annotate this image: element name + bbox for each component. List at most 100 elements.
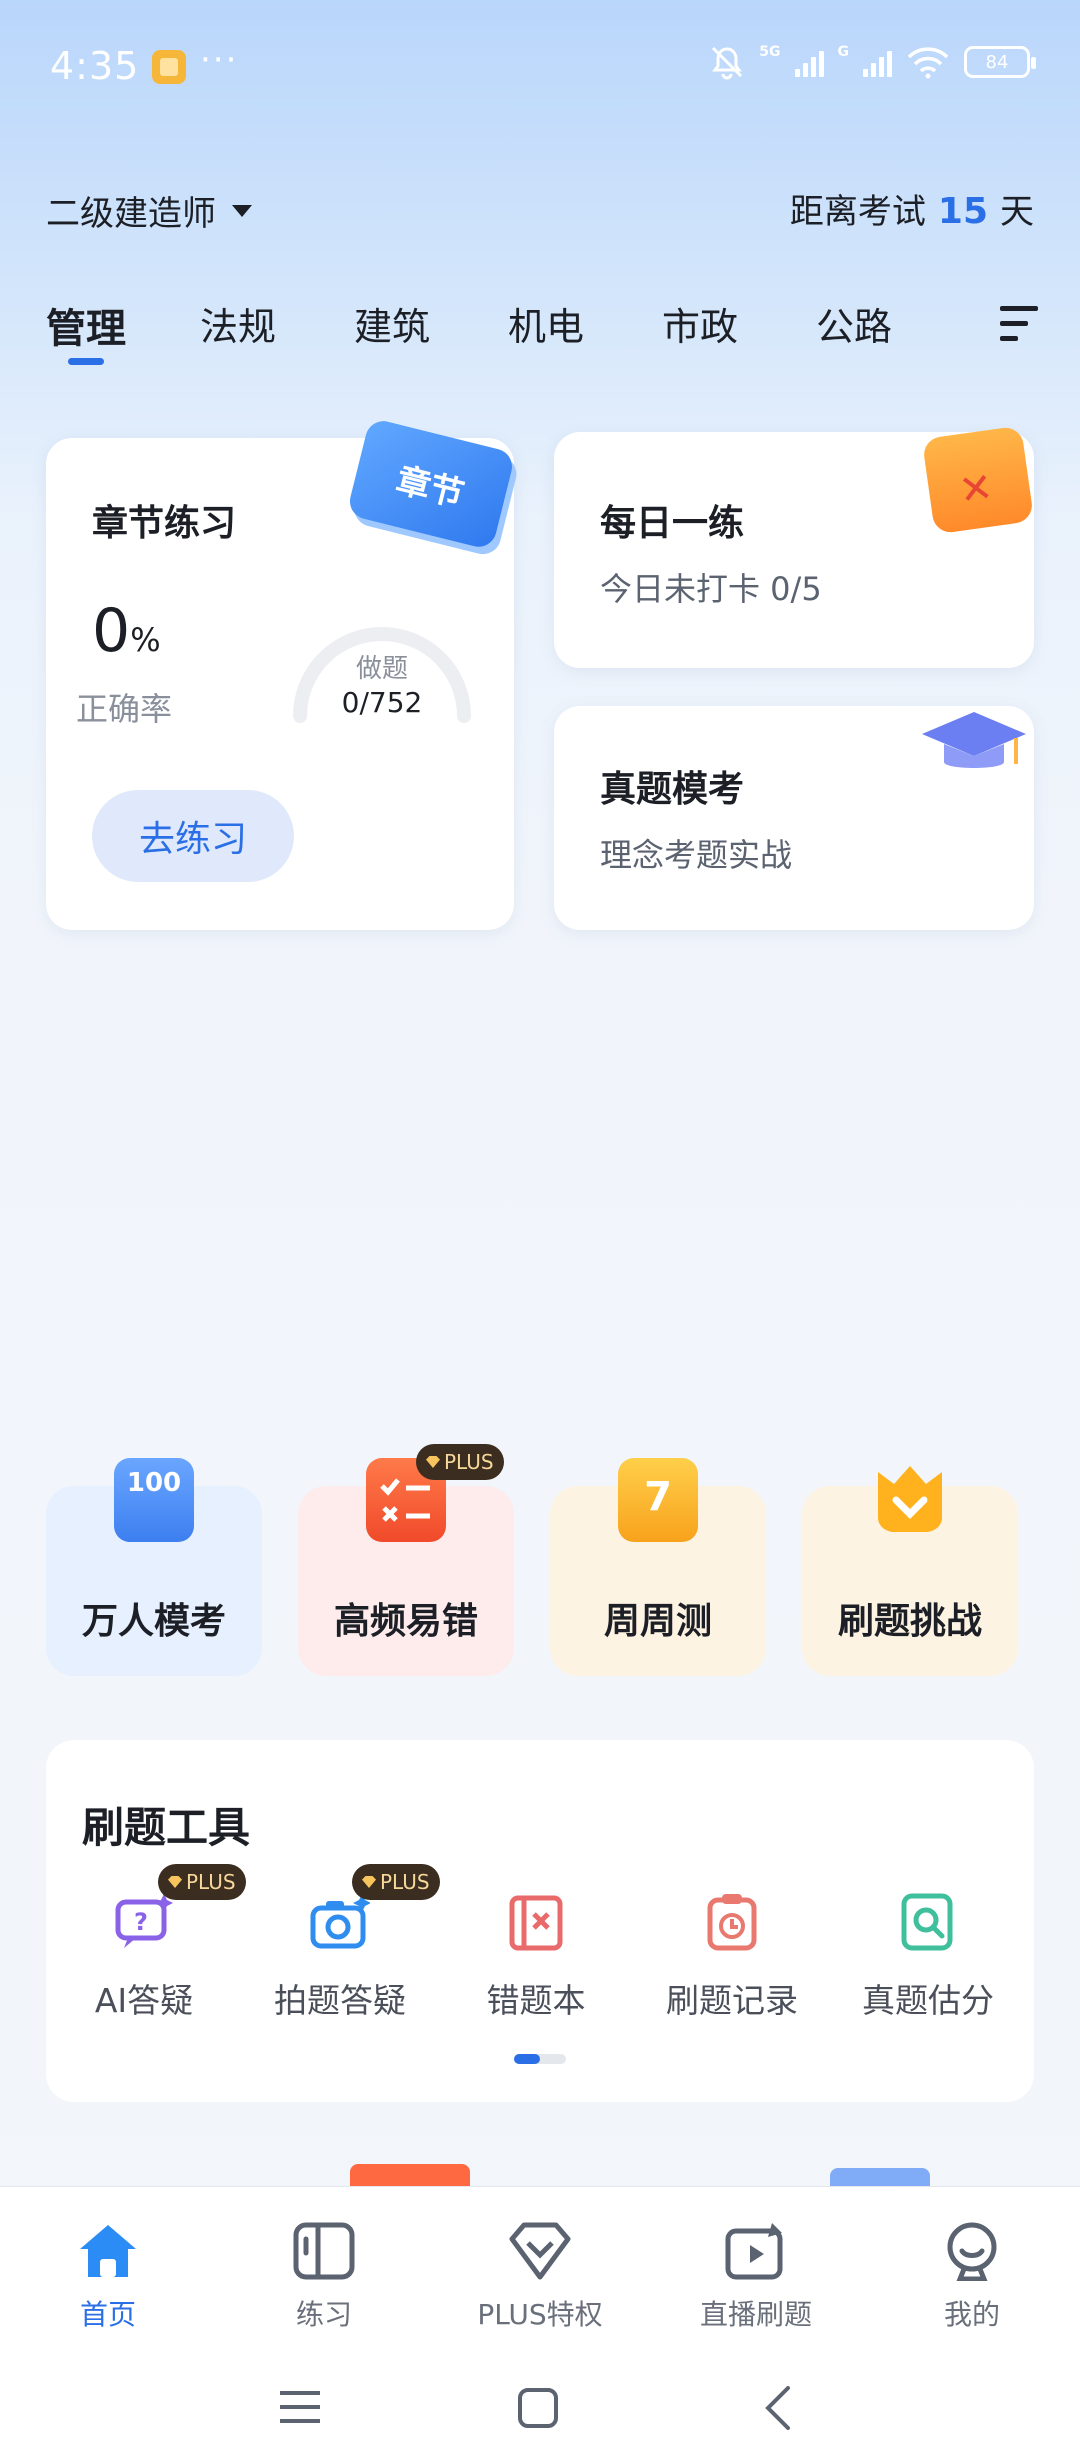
practice-tools-card: 刷题工具 ? AI答疑 PLUS 拍题答疑 PLUS 错题本 刷题记录 真题估分 bbox=[46, 1740, 1034, 2102]
profile-icon bbox=[940, 2221, 1004, 2282]
plus-badge: PLUS bbox=[352, 1864, 440, 1900]
plus-label: PLUS bbox=[186, 1870, 236, 1894]
feature-label: 周周测 bbox=[603, 1601, 712, 1642]
tab-architecture[interactable]: 建筑 bbox=[354, 296, 508, 354]
tab-label: 市政 bbox=[662, 305, 739, 349]
crown-shield-icon bbox=[870, 1458, 950, 1542]
tab-label: 公路 bbox=[816, 305, 893, 349]
search-doc-icon bbox=[898, 1892, 958, 1952]
tab-highway[interactable]: 公路 bbox=[816, 296, 970, 354]
tab-label: 机电 bbox=[508, 305, 585, 349]
daily-card-title: 每日一练 bbox=[600, 503, 745, 544]
battery-indicator: 84 bbox=[964, 46, 1036, 78]
status-icons: 5G G 84 bbox=[709, 44, 1036, 80]
tool-label: 拍题答疑 bbox=[274, 1981, 406, 2020]
nav-label: 直播刷题 bbox=[699, 2298, 812, 2331]
tab-municipal[interactable]: 市政 bbox=[662, 296, 816, 354]
mock-card-title: 真题模考 bbox=[600, 769, 745, 810]
record-icon bbox=[702, 1892, 762, 1952]
nav-label: 我的 bbox=[943, 2298, 1000, 2331]
tab-regulations[interactable]: 法规 bbox=[200, 296, 354, 354]
camera-icon bbox=[310, 1892, 371, 1952]
accuracy-value: 0% bbox=[92, 596, 161, 666]
nav-practice[interactable]: 练习 bbox=[216, 2221, 432, 2333]
plus-badge: PLUS bbox=[416, 1444, 504, 1480]
back-icon[interactable] bbox=[762, 2386, 792, 2430]
tab-label: 建筑 bbox=[354, 305, 431, 349]
network-g-label: G bbox=[837, 44, 850, 60]
tab-label: 管理 bbox=[46, 306, 126, 352]
nav-live[interactable]: 直播刷题 bbox=[648, 2221, 864, 2333]
tools-pager[interactable] bbox=[514, 2054, 566, 2064]
plus-badge: PLUS bbox=[158, 1864, 246, 1900]
tool-label: AI答疑 bbox=[94, 1981, 194, 2020]
countdown-prefix: 距离考试 bbox=[789, 192, 926, 232]
mute-bell-icon bbox=[712, 46, 743, 80]
tool-label: 错题本 bbox=[486, 1981, 586, 2020]
diamond-icon bbox=[426, 1456, 440, 1468]
mock-card-subtitle: 理念考题实战 bbox=[600, 836, 793, 874]
feature-challenge[interactable]: 刷题挑战 bbox=[802, 1466, 1018, 1676]
signal-1-icon bbox=[794, 47, 824, 77]
accuracy-unit: % bbox=[130, 621, 161, 659]
feature-weekly-test[interactable]: 7 周周测 bbox=[550, 1458, 766, 1676]
tab-mechanical[interactable]: 机电 bbox=[508, 296, 662, 354]
active-tab-indicator bbox=[68, 358, 104, 365]
subject-tabs: 管理 法规 建筑 机电 市政 公路 bbox=[46, 296, 970, 365]
done-value: 0/752 bbox=[341, 686, 423, 719]
home-square-icon[interactable] bbox=[518, 2388, 558, 2428]
diamond-icon bbox=[362, 1876, 376, 1888]
notification-app-icon bbox=[152, 50, 186, 84]
tab-menu-icon[interactable] bbox=[1000, 306, 1038, 342]
tool-wrong-book[interactable]: 错题本 bbox=[438, 1892, 634, 2022]
nav-profile[interactable]: 我的 bbox=[864, 2221, 1080, 2333]
more-notifications-icon: ··· bbox=[200, 40, 239, 80]
graduation-cap-icon bbox=[922, 712, 1026, 768]
feature-label: 高频易错 bbox=[333, 1601, 478, 1642]
live-icon bbox=[724, 2221, 788, 2281]
exam-countdown: 距离考试 15 天 bbox=[790, 184, 1034, 233]
go-practice-button[interactable]: 去练习 bbox=[92, 790, 294, 882]
status-time: 4:35 bbox=[50, 44, 140, 88]
exam-selector[interactable]: 二级建造师 bbox=[46, 186, 252, 235]
tab-label: 法规 bbox=[200, 305, 277, 349]
daily-card-subtitle: 今日未打卡 0/5 bbox=[600, 570, 822, 608]
network-5g-label: 5G bbox=[759, 44, 781, 60]
icon-text: 100 bbox=[126, 1468, 182, 1498]
home-icon bbox=[76, 2221, 140, 2281]
chapter-card-title: 章节练习 bbox=[92, 503, 237, 544]
exam-name: 二级建造师 bbox=[46, 194, 216, 234]
calendar-7-icon: 7 bbox=[618, 1458, 698, 1542]
feature-label: 刷题挑战 bbox=[837, 1601, 982, 1642]
tool-score-estimate[interactable]: 真题估分 bbox=[830, 1892, 1026, 2022]
ai-question-icon: ? bbox=[114, 1892, 174, 1952]
accuracy-label: 正确率 bbox=[76, 690, 173, 728]
tool-photo-answer[interactable]: 拍题答疑 bbox=[242, 1892, 438, 2022]
system-navigation bbox=[0, 2376, 1080, 2436]
tab-management[interactable]: 管理 bbox=[46, 296, 200, 365]
done-label: 做题 bbox=[355, 654, 408, 684]
countdown-days: 15 bbox=[937, 191, 988, 232]
tool-practice-record[interactable]: 刷题记录 bbox=[634, 1892, 830, 2022]
signal-2-icon bbox=[863, 47, 892, 77]
icon-text: 7 bbox=[644, 1474, 672, 1520]
nav-plus[interactable]: PLUS特权 bbox=[432, 2221, 648, 2333]
nav-home[interactable]: 首页 bbox=[0, 2221, 216, 2333]
nav-label: PLUS特权 bbox=[477, 2298, 603, 2331]
feature-mass-mock[interactable]: 100 万人模考 bbox=[46, 1458, 262, 1676]
tool-ai-answer[interactable]: ? AI答疑 bbox=[46, 1892, 242, 2022]
accuracy-number: 0 bbox=[92, 596, 131, 666]
feature-label: 万人模考 bbox=[81, 1601, 226, 1642]
nav-label: 首页 bbox=[79, 2298, 136, 2331]
menu-icon[interactable] bbox=[280, 2390, 320, 2424]
countdown-unit: 天 bbox=[1000, 192, 1034, 232]
practice-icon bbox=[292, 2221, 356, 2281]
tool-label: 刷题记录 bbox=[666, 1981, 798, 2020]
diamond-icon bbox=[168, 1876, 182, 1888]
wrong-book-icon bbox=[506, 1892, 566, 1952]
caret-down-icon bbox=[232, 204, 252, 217]
svg-text:?: ? bbox=[134, 1908, 148, 1936]
exam-100-icon: 100 bbox=[114, 1458, 194, 1542]
status-bar: 4:35 ··· 5G G 84 bbox=[0, 0, 1080, 140]
feature-high-freq-mistakes[interactable]: 高频易错 bbox=[298, 1458, 514, 1676]
